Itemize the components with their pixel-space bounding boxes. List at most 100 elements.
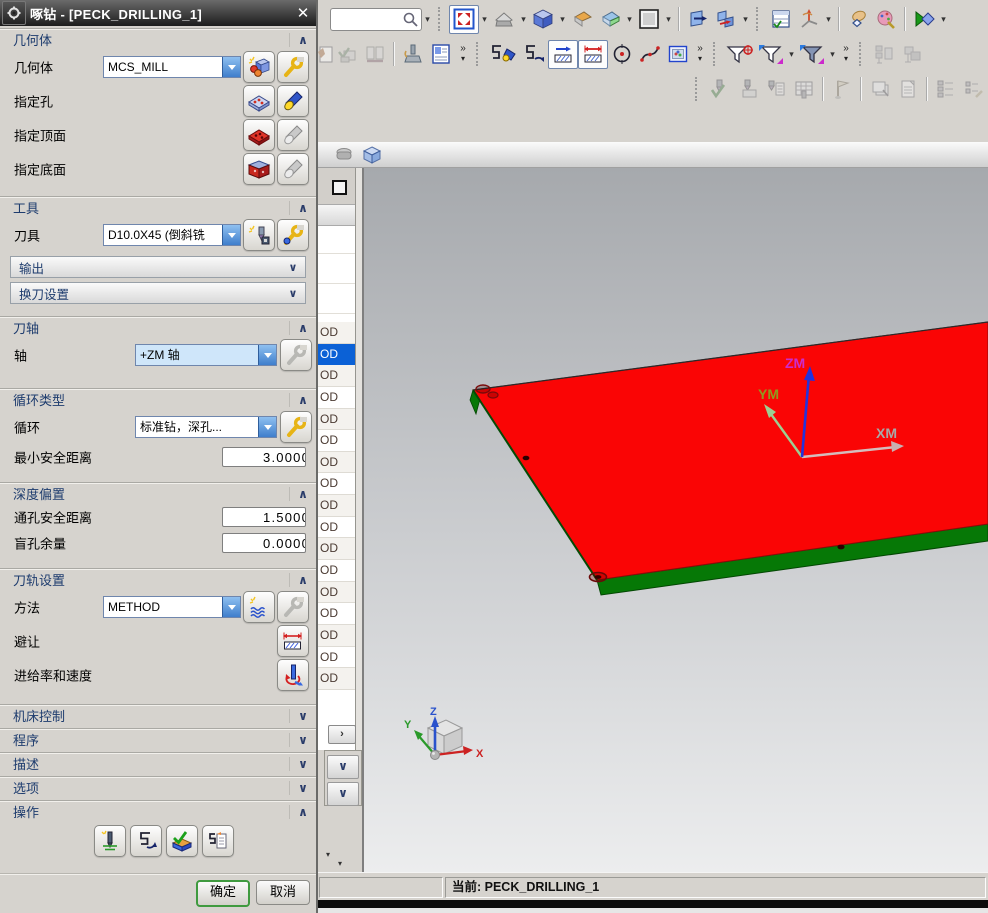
replay-toolpath-button[interactable] <box>130 825 162 857</box>
edit-tool-wrench-button[interactable] <box>277 219 309 251</box>
cycle-select[interactable]: 标准钻，深孔... <box>135 416 277 438</box>
face-analysis-dropdown[interactable]: ▾ <box>624 6 635 32</box>
geometry-select[interactable]: MCS_MILL <box>103 56 241 78</box>
orient-view-icon[interactable] <box>490 6 518 33</box>
toolbar-handle[interactable] <box>476 42 484 66</box>
point-circle-icon[interactable] <box>608 41 636 68</box>
role-palette-icon[interactable] <box>872 6 900 33</box>
navigator-row[interactable]: OD <box>318 430 355 452</box>
list-toolpath-button[interactable] <box>202 825 234 857</box>
chevron-up-icon[interactable]: ∧ <box>289 804 316 819</box>
navigator-row[interactable]: OD <box>318 538 355 561</box>
chevron-down-icon[interactable]: ∨ <box>289 708 316 723</box>
image-frame-icon[interactable] <box>664 41 692 68</box>
navigator-row[interactable]: OD <box>318 624 355 647</box>
select-holes-button[interactable] <box>243 85 275 117</box>
section-path-settings-header[interactable]: 刀轨设置 ∧ <box>0 568 316 590</box>
toolbar-handle[interactable] <box>713 42 721 66</box>
navigator-row[interactable]: OD <box>318 668 355 690</box>
cube-translucent-icon[interactable] <box>358 141 386 168</box>
navigator-row[interactable]: OD <box>318 408 355 431</box>
background-dropdown[interactable]: ▾ <box>663 6 674 32</box>
ok-button[interactable]: 确定 <box>196 880 250 907</box>
new-geometry-button[interactable] <box>243 51 275 83</box>
edit-display-alt-icon[interactable] <box>578 39 608 69</box>
csys-icon[interactable] <box>795 6 823 33</box>
bottom-toolbar-overflow[interactable]: ▾ ▾ <box>324 846 364 870</box>
section-cycle-type-header[interactable]: 循环类型 ∧ <box>0 388 316 410</box>
navigator-row[interactable]: OD <box>318 451 355 474</box>
generate-toolpath-button[interactable] <box>94 825 126 857</box>
section-machine-control-header[interactable]: 机床控制 ∨ <box>0 704 316 726</box>
face-analysis-orange-icon[interactable] <box>568 6 596 33</box>
navigator-row[interactable]: OD <box>318 581 355 604</box>
chevron-up-icon[interactable]: ∧ <box>289 392 316 407</box>
play-diamond-icon[interactable] <box>910 6 938 33</box>
section-actions-header[interactable]: 操作 ∧ <box>0 800 316 822</box>
toolbar-overflow[interactable]: » ▾ <box>455 40 471 68</box>
spline-icon[interactable] <box>636 41 664 68</box>
through-clearance-field[interactable]: 1.5000 <box>222 507 306 527</box>
navigator-column-header[interactable] <box>318 204 355 226</box>
fit-view-dropdown[interactable]: ▾ <box>479 6 490 32</box>
chevron-down-icon[interactable]: ∨ <box>281 287 305 300</box>
navigator-row[interactable]: OD <box>318 646 355 669</box>
clip-section-icon[interactable] <box>684 6 712 33</box>
feeds-speeds-button[interactable] <box>277 659 309 691</box>
machine-simulation-icon[interactable] <box>399 41 427 68</box>
chevron-down-icon[interactable] <box>258 417 276 437</box>
chevron-down-icon[interactable] <box>222 225 240 245</box>
toolbar-handle[interactable] <box>438 7 446 31</box>
snap-object-icon[interactable] <box>330 141 358 168</box>
section-program-header[interactable]: 程序 ∨ <box>0 728 316 750</box>
method-select[interactable]: METHOD <box>103 596 241 618</box>
edit-geometry-wrench-button[interactable] <box>277 51 309 83</box>
filter-light-icon[interactable] <box>756 41 786 68</box>
overflow-caret[interactable]: ▾ <box>338 859 342 868</box>
display-bottom-flashlight-button[interactable] <box>277 153 309 185</box>
rendering-style-dropdown[interactable]: ▾ <box>557 6 568 32</box>
clip-section-alt-icon[interactable] <box>712 6 740 33</box>
navigator-row[interactable]: OD <box>318 386 355 409</box>
new-tool-button[interactable] <box>243 219 275 251</box>
navigator-row[interactable]: OD <box>318 365 355 387</box>
navigator-row[interactable]: OD <box>318 516 355 539</box>
orient-view-dropdown[interactable]: ▾ <box>518 6 529 32</box>
filter-crosshair-icon[interactable] <box>724 41 756 68</box>
navigator-row-selected[interactable]: OD <box>318 343 355 366</box>
chevron-down-icon[interactable] <box>222 57 240 77</box>
chevron-down-icon[interactable]: ∨ <box>289 732 316 747</box>
section-geometry-header[interactable]: 几何体 ∧ <box>0 28 316 50</box>
cancel-button[interactable]: 取消 <box>256 880 310 905</box>
section-tool-axis-header[interactable]: 刀轴 ∧ <box>0 316 316 338</box>
chevron-down-icon[interactable] <box>258 345 276 365</box>
navigator-scroll-strip[interactable] <box>356 168 362 750</box>
chevron-down-icon[interactable]: ∨ <box>281 261 305 274</box>
operation-navigator-icon[interactable] <box>767 6 795 33</box>
replay-toolpath-icon[interactable] <box>520 41 548 68</box>
postprocess-icon[interactable] <box>318 41 333 68</box>
select-bottom-face-button[interactable] <box>243 153 275 185</box>
chevron-up-icon[interactable]: ∧ <box>289 486 316 501</box>
chevron-up-icon[interactable]: ∧ <box>289 32 316 47</box>
toolbar-overflow[interactable]: » ▾ <box>692 40 708 68</box>
close-icon[interactable]: ✕ <box>290 4 316 22</box>
rendering-style-icon[interactable] <box>529 6 557 33</box>
csys-dropdown[interactable]: ▾ <box>823 6 834 32</box>
shop-docs-icon[interactable] <box>427 41 455 68</box>
section-depth-offset-header[interactable]: 深度偏置 ∧ <box>0 482 316 504</box>
navigator-row[interactable]: OD <box>318 495 355 517</box>
navigator-row[interactable]: OD <box>318 603 355 625</box>
toolbar-overflow[interactable]: » ▾ <box>838 40 854 68</box>
search-dropdown[interactable]: ▾ <box>422 6 433 32</box>
axis-select[interactable]: +ZM 轴 <box>135 344 277 366</box>
show-toolpath-icon[interactable] <box>487 41 520 68</box>
chevron-down-icon[interactable]: ∨ <box>289 756 316 771</box>
display-top-flashlight-button[interactable] <box>277 119 309 151</box>
clip-section-dropdown[interactable]: ▾ <box>740 6 751 32</box>
section-options-header[interactable]: 选项 ∨ <box>0 776 316 798</box>
toolbar-handle[interactable] <box>756 7 764 31</box>
background-color-icon[interactable] <box>635 6 663 33</box>
command-search-input[interactable] <box>330 7 422 31</box>
navigator-row[interactable]: OD <box>318 473 355 496</box>
